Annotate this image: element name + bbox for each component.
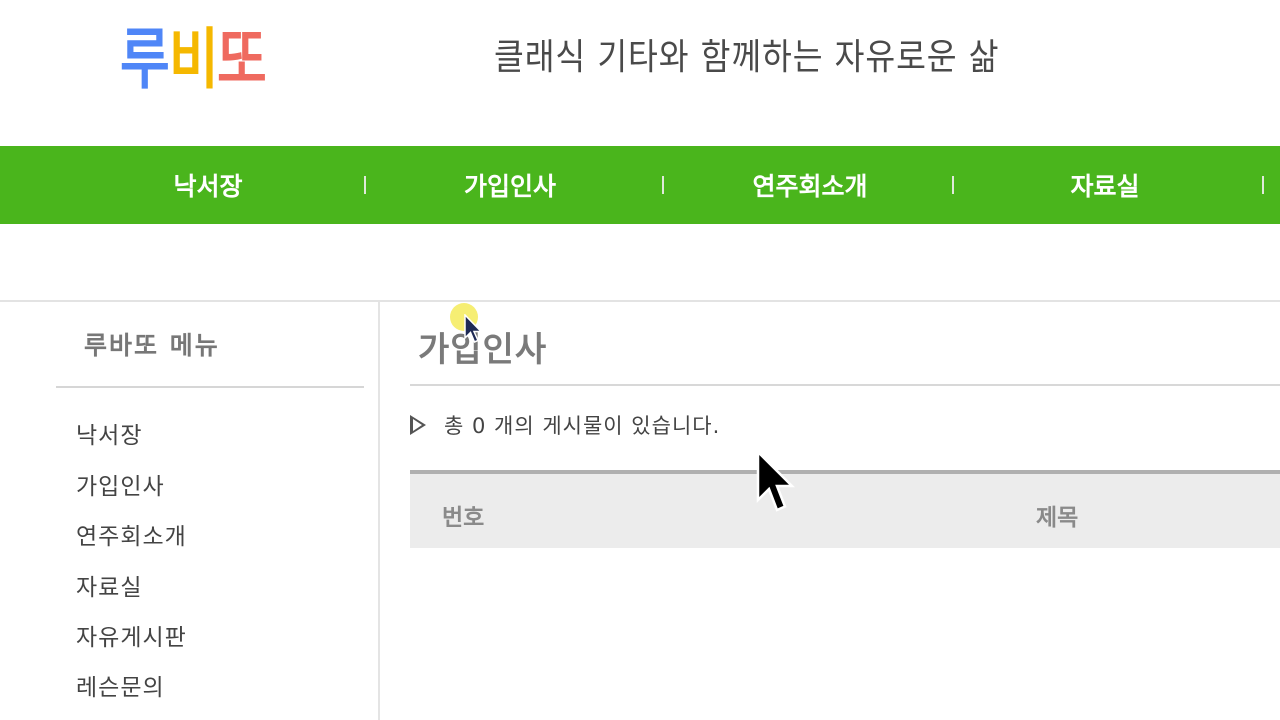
sidebar-item-archive[interactable]: 자료실 <box>76 568 142 602</box>
nav-item-concert[interactable]: 연주회소개 <box>700 146 920 224</box>
site-logo[interactable]: 루 비 또 <box>120 21 267 98</box>
site-tagline: 클래식 기타와 함께하는 자유로운 삶 <box>494 37 1000 78</box>
sidebar-item-greetings[interactable]: 가입인사 <box>76 467 165 501</box>
logo-char-3: 또 <box>217 21 267 98</box>
sidebar-item-guestbook[interactable]: 낙서장 <box>76 416 142 450</box>
arrow-cursor-icon <box>756 450 796 512</box>
arrow-cursor-icon <box>464 314 483 343</box>
nav-item-greetings[interactable]: 가입인사 <box>410 146 610 224</box>
logo-char-2: 비 <box>168 21 219 98</box>
sidebar-title: 루바또 메뉴 <box>84 331 220 360</box>
sidebar <box>0 302 380 720</box>
main-nav-bar: 낙서장 가입인사 연주회소개 자료실 <box>0 146 1280 224</box>
board-table-header: 번호 제목 <box>410 470 1280 548</box>
sidebar-item-lesson[interactable]: 레슨문의 <box>76 668 165 702</box>
nav-item-archive[interactable]: 자료실 <box>1005 146 1205 224</box>
logo-char-1: 루 <box>120 21 170 98</box>
post-count: 총 0 개의 게시물이 있습니다. <box>410 410 720 440</box>
title-divider <box>410 384 1280 386</box>
column-header-subject: 제목 <box>1036 505 1079 531</box>
sidebar-item-concert[interactable]: 연주회소개 <box>76 517 187 551</box>
nav-separator <box>364 176 366 194</box>
nav-item-guestbook[interactable]: 낙서장 <box>108 146 308 224</box>
nav-separator <box>952 176 954 194</box>
sidebar-divider <box>56 386 364 388</box>
triangle-right-outline-icon <box>410 415 426 435</box>
nav-separator <box>1262 176 1264 194</box>
nav-separator <box>662 176 664 194</box>
column-header-number: 번호 <box>442 505 485 531</box>
site-header: 루 비 또 클래식 기타와 함께하는 자유로운 삶 <box>0 0 1280 146</box>
sidebar-item-free-board[interactable]: 자유게시판 <box>76 618 187 652</box>
post-count-text: 총 0 개의 게시물이 있습니다. <box>444 414 721 438</box>
